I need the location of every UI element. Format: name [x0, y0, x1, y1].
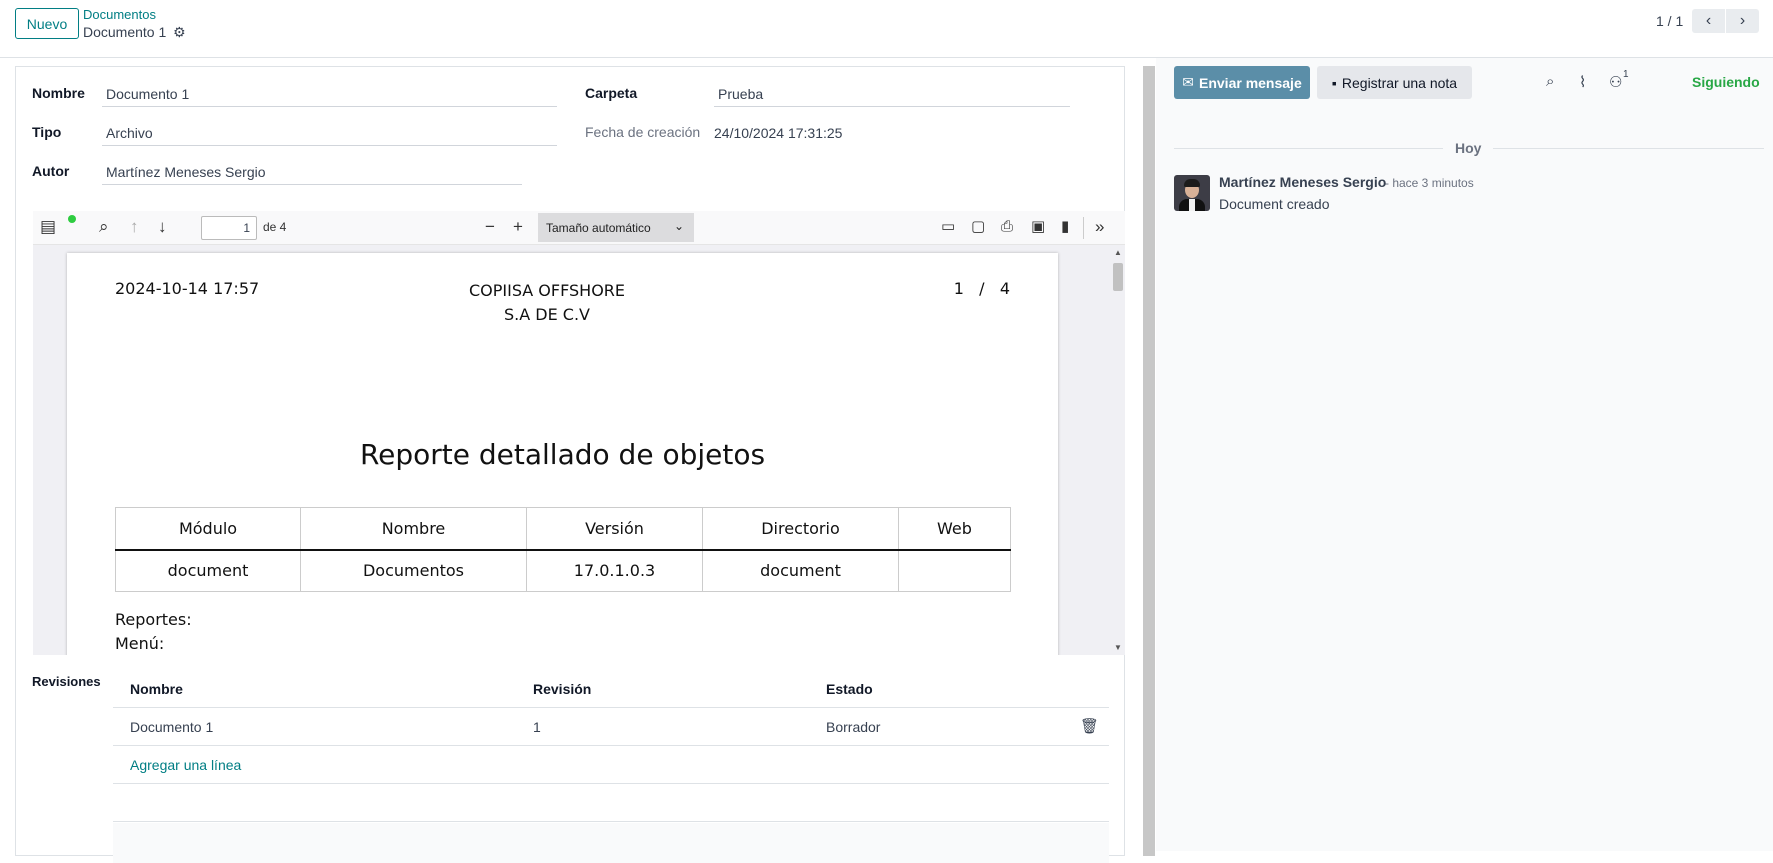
doc-col-version: Versión — [526, 507, 703, 551]
download-icon[interactable]: ▣ — [1031, 217, 1045, 237]
page-count-label: de 4 — [263, 220, 287, 234]
doc-cell-nombre: Documentos — [300, 549, 527, 592]
paperclip-icon[interactable]: ⌇ — [1579, 73, 1586, 91]
gear-icon[interactable]: ⚙ — [173, 24, 186, 41]
document-menu-label: Menú: — [115, 634, 165, 653]
doc-cell-modulo: document — [115, 549, 301, 592]
pdf-page: 2024-10-14 17:57 COPIISA OFFSHORE S.A DE… — [67, 253, 1058, 655]
breadcrumb-parent-link[interactable]: Documentos — [83, 7, 156, 22]
document-date: 2024-10-14 17:57 — [115, 279, 260, 298]
control-panel: Nuevo Documentos Documento 1 ⚙ 1 / 1 ‹ › — [0, 0, 1773, 58]
new-button[interactable]: Nuevo — [15, 8, 79, 39]
following-button[interactable]: Siguiendo — [1692, 74, 1760, 90]
document-page-counter: 1 / 4 — [953, 279, 1010, 298]
empty-row — [113, 784, 1109, 822]
add-line-link[interactable]: Agregar una línea — [130, 757, 241, 773]
zoom-select[interactable]: Tamaño automático ⌄ — [538, 213, 694, 242]
rev-col-revision[interactable]: Revisión — [533, 681, 591, 697]
sidebar-toggle-icon[interactable]: ▤ — [40, 217, 56, 237]
company-line-1: COPIISA OFFSHORE — [468, 281, 626, 300]
doc-cell-directorio: document — [702, 549, 899, 592]
user-icon[interactable]: ⚇ — [1609, 73, 1622, 91]
search-icon[interactable]: ⌕ — [99, 217, 109, 237]
doc-col-modulo: Módulo — [115, 507, 301, 551]
doc-col-web: Web — [898, 507, 1011, 551]
table-row: document Documentos 17.0.1.0.3 document — [115, 549, 1011, 592]
chatter-panel: ✉ Enviar mensaje ▪ Registrar una nota ⌕ … — [1156, 58, 1773, 851]
doc-cell-web — [898, 549, 1011, 592]
doc-col-directorio: Directorio — [702, 507, 899, 551]
rev-col-nombre[interactable]: Nombre — [130, 681, 183, 697]
doc-cell-version: 17.0.1.0.3 — [526, 549, 703, 592]
scroll-up-icon[interactable]: ▲ — [1114, 248, 1122, 257]
page-number-input[interactable]: 1 — [201, 216, 257, 240]
bookmark-icon[interactable]: ▮ — [1061, 217, 1069, 237]
log-note-button[interactable]: ▪ Registrar una nota — [1317, 66, 1472, 99]
nombre-label: Nombre — [32, 85, 85, 101]
fecha-value: 24/10/2024 17:31:25 — [714, 125, 843, 141]
pdf-toolbar: ▤ ⌕ ↑ ↓ 1 de 4 − + Tamaño automático ⌄ ▭… — [33, 211, 1125, 245]
company-line-2: S.A DE C.V — [504, 305, 590, 324]
note-icon: ▪ — [1331, 74, 1337, 91]
scroll-down-icon[interactable]: ▼ — [1114, 643, 1122, 652]
send-message-label: Enviar mensaje — [1199, 74, 1302, 91]
rev-cell-estado[interactable]: Borrador — [826, 719, 880, 735]
arrow-down-icon[interactable]: ↓ — [158, 217, 167, 237]
revisions-header-row: Nombre Revisión Estado — [113, 670, 1109, 708]
panel-splitter[interactable] — [1143, 66, 1155, 856]
tipo-field[interactable]: Archivo — [102, 122, 557, 146]
open-file-icon[interactable]: ▢ — [971, 217, 985, 237]
toolbar-separator — [1083, 217, 1084, 239]
document-table: Módulo Nombre Versión Directorio Web doc… — [115, 507, 1011, 592]
scrollbar-thumb[interactable] — [1113, 263, 1123, 291]
rev-col-estado[interactable]: Estado — [826, 681, 873, 697]
chevron-right-icon: › — [1739, 12, 1746, 29]
doc-col-nombre: Nombre — [300, 507, 527, 551]
double-chevron-icon[interactable]: » — [1095, 217, 1104, 237]
log-note-label: Registrar una nota — [1341, 74, 1458, 91]
avatar[interactable] — [1174, 175, 1210, 211]
message-time: - hace 3 minutos — [1385, 176, 1474, 190]
nombre-field[interactable]: Documento 1 — [102, 83, 557, 107]
envelope-icon: ✉ — [1182, 74, 1194, 90]
message-body: Document creado — [1219, 196, 1330, 212]
print-icon[interactable]: ⎙ — [1001, 217, 1013, 237]
pager-value[interactable]: 1 / 1 — [1656, 13, 1683, 29]
chevron-left-icon: ‹ — [1705, 12, 1712, 29]
pdf-viewer[interactable]: 2024-10-14 17:57 COPIISA OFFSHORE S.A DE… — [33, 245, 1125, 655]
notification-dot — [68, 215, 76, 223]
chevron-down-icon: ⌄ — [673, 219, 684, 233]
rev-cell-revision[interactable]: 1 — [533, 719, 541, 735]
rev-cell-nombre[interactable]: Documento 1 — [130, 719, 213, 735]
pager-previous-button[interactable]: ‹ — [1692, 9, 1725, 33]
autor-label: Autor — [32, 163, 70, 179]
document-company: COPIISA OFFSHORE S.A DE C.V — [447, 279, 647, 327]
date-separator-label: Hoy — [1443, 140, 1494, 156]
document-title: Reporte detallado de objetos — [359, 438, 766, 471]
arrow-up-icon[interactable]: ↑ — [130, 217, 139, 237]
pdf-scrollbar[interactable]: ▲ ▼ — [1111, 245, 1125, 655]
search-icon[interactable]: ⌕ — [1546, 73, 1554, 90]
tipo-label: Tipo — [32, 124, 62, 140]
document-reportes-label: Reportes: — [115, 610, 192, 629]
trash-icon[interactable]: 🗑 — [1080, 717, 1099, 735]
plus-icon[interactable]: + — [513, 217, 523, 237]
send-message-button[interactable]: ✉ Enviar mensaje — [1174, 66, 1310, 99]
fecha-label: Fecha de creación — [585, 124, 701, 140]
pager-next-button[interactable]: › — [1726, 9, 1759, 33]
autor-field[interactable]: Martínez Meneses Sergio — [102, 161, 522, 185]
message-author[interactable]: Martínez Meneses Sergio — [1219, 174, 1386, 190]
carpeta-field[interactable]: Prueba — [714, 83, 1070, 107]
add-line-row: Agregar una línea — [113, 746, 1109, 784]
follower-count[interactable]: 1 — [1623, 69, 1629, 80]
breadcrumb-current: Documento 1 — [83, 24, 167, 40]
zoom-label: Tamaño automático — [546, 221, 651, 235]
table-footer — [113, 823, 1109, 863]
carpeta-label: Carpeta — [585, 85, 638, 101]
revisiones-label: Revisiones — [32, 674, 101, 689]
table-row[interactable]: Documento 1 1 Borrador 🗑 — [113, 708, 1109, 746]
minus-icon[interactable]: − — [485, 217, 495, 237]
presentation-icon[interactable]: ▭ — [941, 217, 955, 237]
